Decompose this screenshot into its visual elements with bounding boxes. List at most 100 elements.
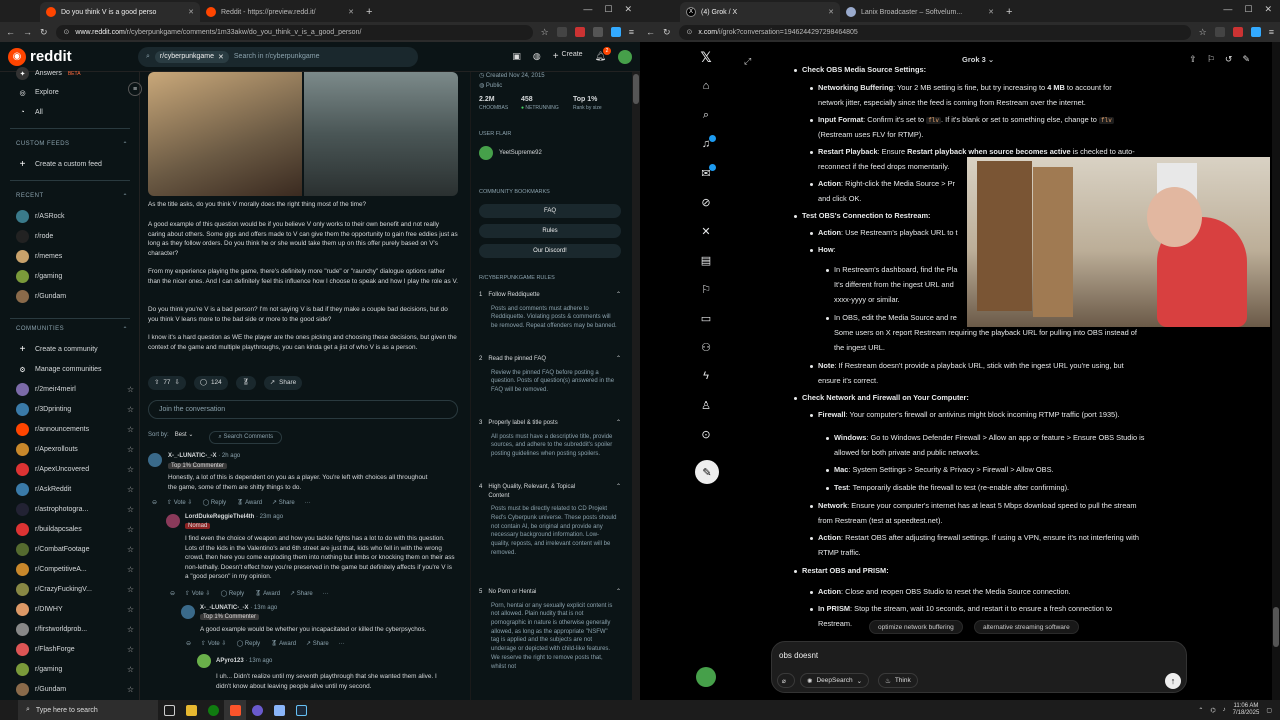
- avatar[interactable]: [148, 453, 162, 467]
- award-button[interactable]: 🏅︎ Award: [236, 499, 262, 508]
- deepsearch-button[interactable]: ✺ DeepSearch ⌄: [800, 673, 870, 688]
- site-info-icon[interactable]: ⊙: [64, 28, 70, 36]
- notifications-icon[interactable]: ♫: [699, 135, 716, 151]
- sidebar-item-recent[interactable]: r/ASRock: [16, 210, 134, 223]
- rule-3[interactable]: 3 Properly label & title posts ⌃ All posts …: [479, 419, 621, 459]
- back-icon[interactable]: ←: [6, 27, 15, 37]
- close-window-icon[interactable]: ✕: [624, 4, 632, 15]
- favorite-star-icon[interactable]: ☆: [127, 485, 134, 494]
- sidebar-item-recent[interactable]: r/Gundam: [16, 290, 134, 303]
- scrollbar-thumb[interactable]: [1273, 607, 1279, 647]
- url-field[interactable]: ⊙ www.reddit.com/r/cyberpunkgame/comments…: [55, 24, 533, 40]
- avatar[interactable]: [618, 49, 632, 64]
- extension-icon[interactable]: [592, 27, 603, 37]
- messages-icon[interactable]: ✉: [699, 164, 716, 180]
- tab-reddit-post[interactable]: Do you think V is a good perso ✕: [40, 2, 200, 22]
- favorite-star-icon[interactable]: ☆: [127, 585, 134, 594]
- user-flair[interactable]: YeetSupreme92: [479, 146, 542, 160]
- more-icon[interactable]: ···: [305, 499, 311, 508]
- close-tab-icon[interactable]: ✕: [188, 8, 194, 16]
- sidebar-item-recent[interactable]: r/gaming: [16, 270, 134, 283]
- volume-icon[interactable]: ♪: [1223, 707, 1226, 713]
- more-icon[interactable]: ···: [323, 590, 329, 599]
- award-button[interactable]: 🏅︎ Award: [270, 640, 296, 649]
- site-info-icon[interactable]: ⊙: [687, 28, 693, 36]
- collapse-icon[interactable]: ⊖: [186, 640, 191, 649]
- menu-icon[interactable]: ≡: [1269, 27, 1274, 37]
- downvote-icon[interactable]: ⇩: [174, 378, 179, 388]
- tab-grok[interactable]: X (4) Grok / X ✕: [680, 2, 840, 22]
- reddit-logo[interactable]: ◉ reddit: [8, 47, 138, 66]
- new-tab-icon[interactable]: +: [360, 6, 378, 22]
- sidebar-item-community[interactable]: r/astrophotogra... ☆: [16, 503, 134, 516]
- close-tab-icon[interactable]: ✕: [348, 8, 354, 16]
- reply-button[interactable]: ◯ Reply: [220, 590, 244, 599]
- steam-icon[interactable]: [290, 700, 312, 720]
- collapse-icon[interactable]: ⊖: [152, 499, 157, 508]
- post-button[interactable]: ✎: [695, 460, 719, 484]
- custom-feeds-header[interactable]: CUSTOM FEEDS ⌃: [16, 141, 128, 148]
- sidebar-item-explore[interactable]: ◎ Explore: [16, 86, 134, 99]
- communities-header[interactable]: COMMUNITIES ⌃: [16, 326, 128, 333]
- rule-4[interactable]: 4 High Quality, Relevant, & Topical Conte…: [479, 483, 621, 558]
- create-community[interactable]: + Create a community: [16, 343, 134, 356]
- minimize-icon[interactable]: —: [583, 4, 592, 15]
- think-button[interactable]: ♨ Think: [878, 673, 918, 688]
- share-button[interactable]: ↗ Share: [263, 376, 303, 390]
- favorite-star-icon[interactable]: ☆: [127, 405, 134, 414]
- grok-icon[interactable]: ⊘: [699, 195, 713, 209]
- obs-icon[interactable]: [246, 700, 268, 720]
- favorite-star-icon[interactable]: ☆: [127, 425, 134, 434]
- rule-1[interactable]: 1 Follow Reddiquette ⌃ Posts and comments m…: [479, 291, 621, 331]
- brave-icon[interactable]: [224, 700, 246, 720]
- bookmark-star-icon[interactable]: ☆: [541, 27, 549, 38]
- url-field[interactable]: ⊙ x.com/i/grok?conversation=1946244297298…: [678, 24, 1191, 40]
- avatar[interactable]: [696, 667, 716, 687]
- extension-icon[interactable]: [556, 27, 567, 37]
- comment-author[interactable]: X-_-LUNATIC-_-X: [168, 453, 217, 459]
- favorite-star-icon[interactable]: ☆: [127, 445, 134, 454]
- bookmark-rules[interactable]: Rules: [479, 224, 621, 238]
- reload-icon[interactable]: ↻: [40, 27, 48, 38]
- vote-control[interactable]: ⇧ Vote ⇩: [185, 590, 210, 599]
- communities-icon[interactable]: ⚇: [699, 340, 713, 354]
- sidebar-item-community[interactable]: r/announcements ☆: [16, 423, 134, 436]
- favorite-star-icon[interactable]: ☆: [127, 525, 134, 534]
- tab-reddit-preview[interactable]: Reddit - https://preview.redd.it/✕: [200, 2, 360, 22]
- profile-icon[interactable]: ♙: [699, 398, 713, 412]
- notifications-icon[interactable]: ▢: [1266, 707, 1272, 714]
- extension-icon[interactable]: [1232, 27, 1243, 37]
- vote-control[interactable]: ⇧ Vote ⇩: [167, 499, 192, 508]
- network-icon[interactable]: ⌬: [1210, 707, 1215, 714]
- forward-icon[interactable]: →: [23, 27, 32, 37]
- tab-larix[interactable]: Lanix Broadcaster – Softvelum... ✕: [840, 2, 1000, 22]
- comment-input[interactable]: Join the conversation: [148, 400, 458, 419]
- share-button[interactable]: ↗ Share: [290, 590, 313, 599]
- award-button[interactable]: 🏅︎: [235, 376, 256, 390]
- vote-control[interactable]: ⇧ Vote ⇩: [201, 640, 226, 649]
- sidebar-item-community[interactable]: r/firstworldprob... ☆: [16, 623, 134, 636]
- award-button[interactable]: 🏅︎ Award: [254, 590, 280, 599]
- clear-icon[interactable]: ✕: [218, 53, 224, 61]
- sort-dropdown[interactable]: Best ⌄: [175, 431, 194, 444]
- home-icon[interactable]: ⌂: [699, 79, 713, 93]
- favorite-star-icon[interactable]: ☆: [127, 465, 134, 474]
- favorite-star-icon[interactable]: ☆: [127, 645, 134, 654]
- sidebar-item-community[interactable]: r/CompetitiveA... ☆: [16, 563, 134, 576]
- avatar[interactable]: [166, 514, 180, 528]
- share-button[interactable]: ↗ Share: [306, 640, 329, 649]
- sidebar-item-community[interactable]: r/CrazyFuckingV... ☆: [16, 583, 134, 596]
- favorite-star-icon[interactable]: ☆: [127, 665, 134, 674]
- manage-communities[interactable]: ⚙ Manage communities: [16, 363, 134, 376]
- upvote-icon[interactable]: ⇧: [154, 378, 159, 388]
- favorite-star-icon[interactable]: ☆: [127, 505, 134, 514]
- favorite-star-icon[interactable]: ☆: [127, 625, 134, 634]
- sidebar-item-community[interactable]: r/Apexrollouts ☆: [16, 443, 134, 456]
- jobs-icon[interactable]: ▭: [699, 311, 713, 325]
- notifications-icon[interactable]: 🔔︎ 2: [595, 47, 611, 62]
- post-image[interactable]: [148, 72, 458, 196]
- sidebar-item-community[interactable]: r/DIWHY ☆: [16, 603, 134, 616]
- expand-icon[interactable]: ⤢: [744, 56, 751, 67]
- sidebar-item-community[interactable]: r/3Dprinting ☆: [16, 403, 134, 416]
- premium-icon[interactable]: ✕: [699, 224, 713, 238]
